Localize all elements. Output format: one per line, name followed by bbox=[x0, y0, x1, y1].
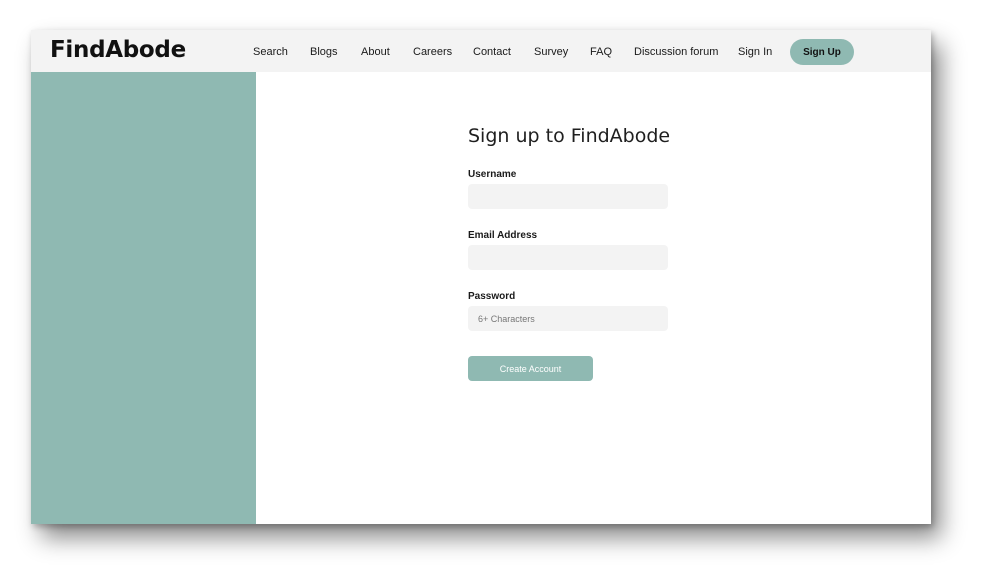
nav-link-sign-in[interactable]: Sign In bbox=[738, 45, 772, 59]
nav-link-about[interactable]: About bbox=[361, 45, 390, 59]
username-label: Username bbox=[468, 169, 517, 180]
email-input[interactable] bbox=[468, 245, 668, 270]
username-input[interactable] bbox=[468, 184, 668, 209]
nav-link-survey[interactable]: Survey bbox=[534, 45, 568, 59]
sign-up-button[interactable]: Sign Up bbox=[790, 39, 854, 65]
nav-link-careers[interactable]: Careers bbox=[413, 45, 452, 59]
password-label: Password bbox=[468, 291, 516, 302]
nav-link-faq[interactable]: FAQ bbox=[590, 45, 612, 59]
password-input[interactable] bbox=[468, 306, 668, 331]
signup-form-area: Sign up to FindAbode Username Email Addr… bbox=[256, 72, 931, 524]
nav-link-contact[interactable]: Contact bbox=[473, 45, 511, 59]
top-navbar: FindAbode Search Blogs About Careers Con… bbox=[31, 30, 931, 72]
nav-link-search[interactable]: Search bbox=[253, 45, 288, 59]
nav-link-discussion-forum[interactable]: Discussion forum bbox=[634, 45, 718, 59]
page-title: Sign up to FindAbode bbox=[468, 125, 671, 147]
create-account-button[interactable]: Create Account bbox=[468, 356, 593, 381]
side-accent-panel bbox=[31, 72, 256, 524]
email-label: Email Address bbox=[468, 230, 538, 241]
app-window: FindAbode Search Blogs About Careers Con… bbox=[31, 30, 931, 524]
nav-link-blogs[interactable]: Blogs bbox=[310, 45, 338, 59]
brand-logo[interactable]: FindAbode bbox=[50, 35, 186, 65]
